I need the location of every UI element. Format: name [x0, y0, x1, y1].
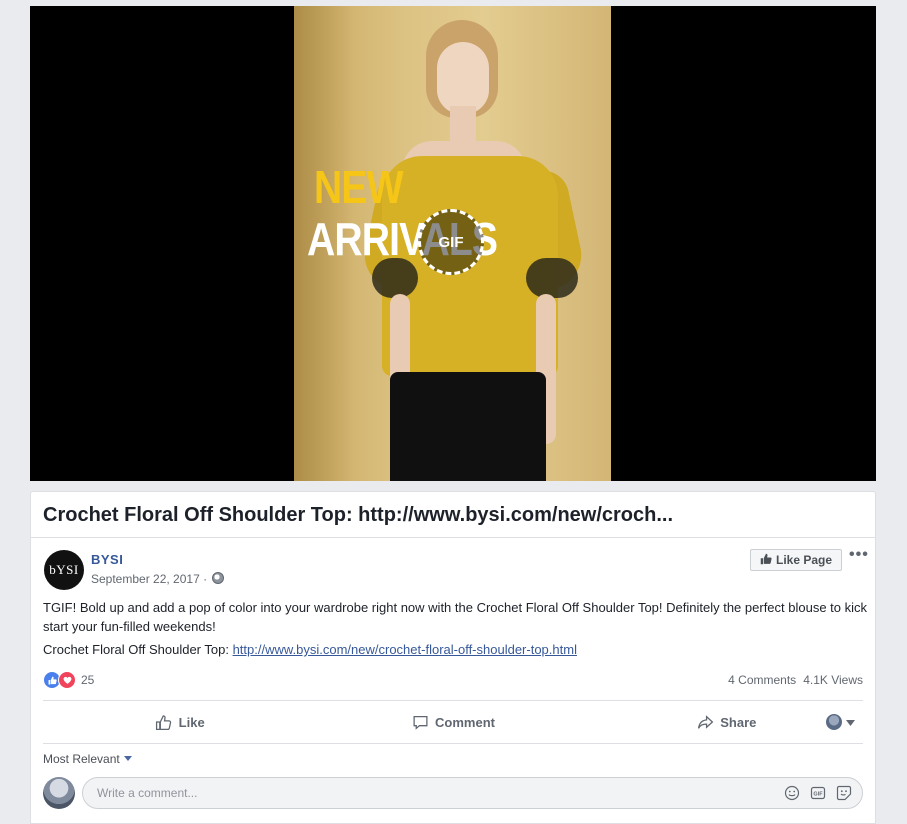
sticker-icon[interactable]: [836, 785, 852, 801]
post-title[interactable]: Crochet Floral Off Shoulder Top: http://…: [43, 504, 863, 527]
share-icon: [696, 713, 714, 731]
page-name-link[interactable]: BYSI: [91, 552, 123, 567]
emoji-icon[interactable]: [784, 785, 800, 801]
like-page-thumb-icon: [760, 553, 772, 568]
like-label: Like: [178, 714, 205, 730]
viewer-avatar: [826, 714, 842, 730]
svg-text:GIF: GIF: [813, 792, 823, 798]
sort-label: Most Relevant: [43, 752, 120, 766]
post-as-selector[interactable]: [826, 713, 855, 731]
gif-badge-icon[interactable]: GIF: [418, 209, 484, 275]
gif-player[interactable]: NEW ARRIVALS GIF: [30, 6, 876, 481]
comment-sort-dropdown[interactable]: Most Relevant: [43, 752, 132, 766]
like-button[interactable]: Like: [43, 713, 316, 731]
comment-button[interactable]: Comment: [316, 713, 589, 731]
date-separator: ·: [199, 572, 211, 586]
composer-tools: GIF: [784, 785, 852, 801]
comment-input[interactable]: [95, 785, 739, 801]
love-reaction-icon: [58, 671, 76, 689]
globe-icon: [212, 572, 225, 584]
like-icon: [155, 713, 173, 731]
overlay-text-new: NEW: [314, 161, 404, 213]
post-body: TGIF! Bold up and add a pop of color int…: [43, 600, 868, 634]
link-prefix: Crochet Floral Off Shoulder Top:: [43, 642, 233, 657]
post-card: Crochet Floral Off Shoulder Top: http://…: [30, 491, 876, 824]
like-page-button[interactable]: Like Page: [750, 549, 842, 571]
chevron-down-icon: [846, 713, 855, 731]
reaction-summary[interactable]: 25: [43, 671, 94, 689]
comment-label: Comment: [435, 714, 495, 730]
post-meta: September 22, 2017 ·: [91, 572, 225, 586]
post-date[interactable]: September 22, 2017: [91, 572, 200, 586]
like-page-label: Like Page: [775, 553, 833, 567]
comments-count-link[interactable]: 4 Comments: [728, 673, 796, 687]
comment-composer[interactable]: GIF: [82, 777, 863, 809]
share-button[interactable]: Share: [590, 713, 863, 731]
comment-icon: [411, 713, 429, 731]
post-link-line: Crochet Floral Off Shoulder Top: http://…: [43, 642, 577, 657]
page-avatar[interactable]: bYSI: [44, 550, 84, 590]
views-count: 4.1K Views: [803, 673, 863, 687]
more-icon[interactable]: •••: [849, 546, 869, 564]
chevron-down-icon: [123, 756, 132, 761]
commenter-avatar: [43, 777, 75, 809]
post-stats: 4 Comments 4.1K Views: [728, 673, 863, 687]
reaction-count: 25: [81, 673, 95, 687]
gif-badge-label: GIF: [438, 233, 464, 251]
share-label: Share: [720, 714, 757, 730]
product-link[interactable]: http://www.bysi.com/new/crochet-floral-o…: [233, 642, 577, 657]
action-bar: Like Comment Share: [43, 700, 863, 744]
gif-icon[interactable]: GIF: [810, 785, 826, 801]
